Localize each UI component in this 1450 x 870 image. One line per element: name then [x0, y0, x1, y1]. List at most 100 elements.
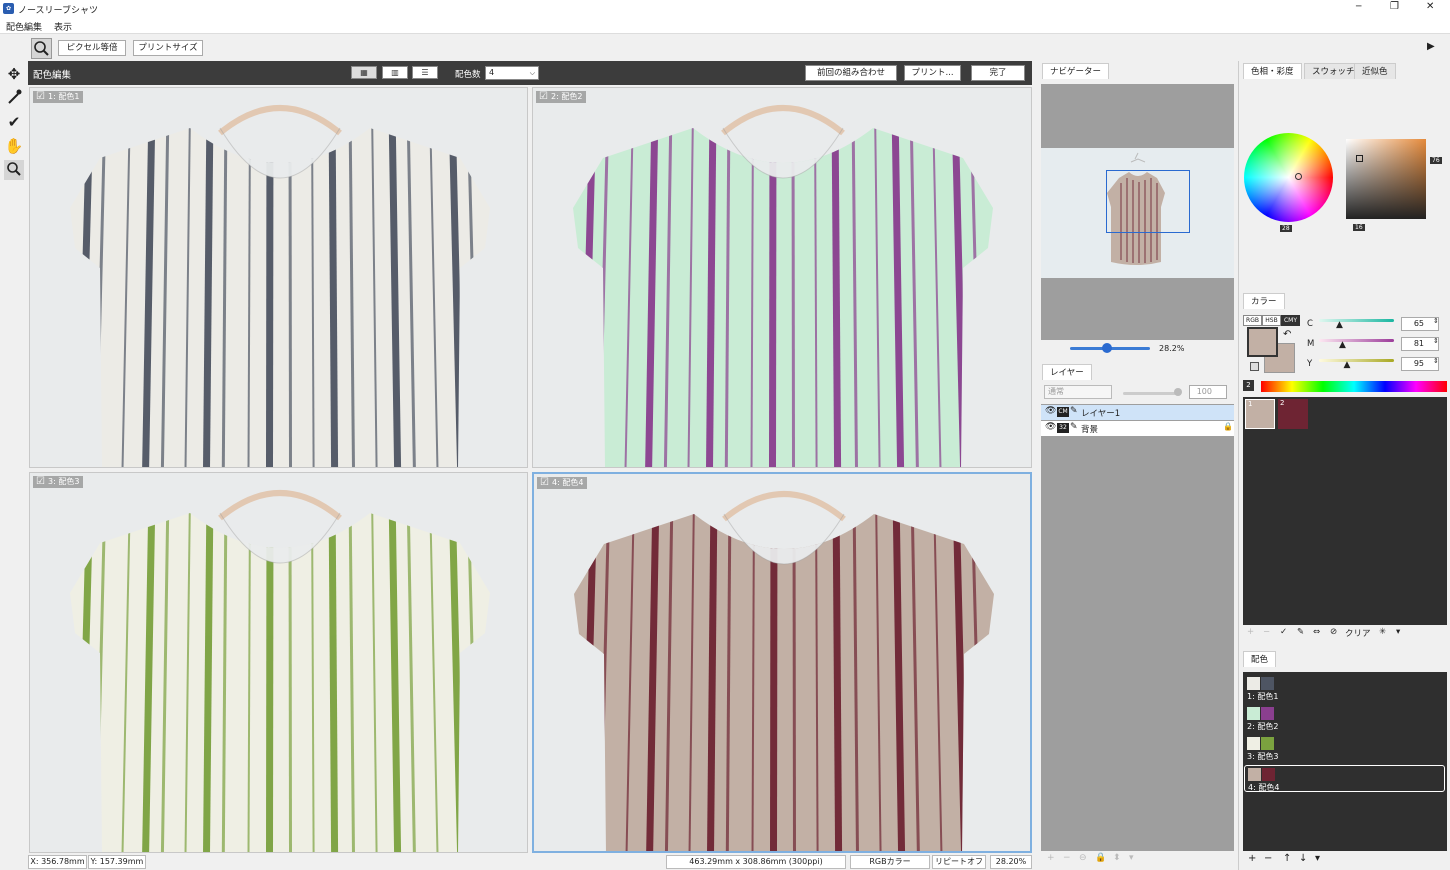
channel-m-thumb[interactable]: ▲ [1339, 340, 1346, 350]
clear-swatches-button[interactable]: クリア [1345, 627, 1371, 639]
lock-layer-icon[interactable]: 🔒 [1095, 853, 1106, 863]
channel-c-thumb[interactable]: ▲ [1336, 320, 1343, 330]
add-layer-icon[interactable]: + [1047, 853, 1055, 863]
variation-panel-2[interactable]: ☑ 2: 配色2 [532, 87, 1032, 468]
spectrum-bar[interactable] [1261, 381, 1447, 392]
swap-swatch-icon[interactable]: ⇔ [1313, 627, 1320, 637]
haishoku-menu-icon[interactable]: ▾ [1315, 853, 1320, 864]
channel-value: 95 [1413, 359, 1424, 368]
eye-icon[interactable]: 👁 [1045, 406, 1056, 416]
stepper-icon[interactable]: ⇕ [1433, 317, 1439, 325]
remove-haishoku-icon[interactable]: − [1264, 853, 1272, 864]
navigator-viewport-rect[interactable] [1106, 170, 1190, 233]
variation-panel-3[interactable]: ☑ 3: 配色3 [29, 472, 528, 853]
panel-label[interactable]: ☑ 2: 配色2 [536, 91, 587, 103]
minimize-button[interactable]: ─ [1356, 2, 1361, 12]
tab-similar-colors[interactable]: 近似色 [1354, 63, 1396, 79]
check-swatch-icon[interactable]: ✓ [1280, 627, 1287, 637]
menu-view[interactable]: 表示 [54, 20, 72, 33]
default-colors-icon[interactable] [1250, 362, 1259, 371]
foreground-color-swatch[interactable] [1247, 327, 1278, 357]
variation-panel-1[interactable]: ☑ 1: 配色1 [29, 87, 528, 468]
saturation-value-square[interactable] [1346, 139, 1426, 219]
panel-expand-arrow[interactable]: ▶ [1427, 41, 1435, 52]
tab-color[interactable]: カラー [1243, 293, 1285, 309]
haishoku-item-3[interactable]: 3: 配色3 [1244, 735, 1445, 762]
tab-layers[interactable]: レイヤー [1042, 364, 1092, 380]
move-tool-icon[interactable]: ✥ [4, 64, 24, 84]
view-columns-button[interactable]: ▥ [382, 66, 408, 79]
zoom-tool-icon[interactable] [4, 160, 24, 180]
layer-opacity-input[interactable]: 100 [1189, 385, 1227, 399]
move-down-icon[interactable]: ↓ [1299, 853, 1307, 864]
channel-y-track[interactable] [1319, 359, 1394, 362]
move-up-icon[interactable]: ↑ [1283, 853, 1291, 864]
checkbox-icon[interactable]: ☑ [36, 91, 45, 103]
merge-layer-icon[interactable]: ⊖ [1079, 853, 1087, 863]
channel-y-thumb[interactable]: ▲ [1344, 360, 1351, 370]
view-grid-button[interactable]: ▦ [351, 66, 377, 79]
sv-marker[interactable] [1356, 155, 1363, 162]
mode-hsb[interactable]: HSB [1262, 315, 1281, 326]
print-button[interactable]: プリント... [904, 65, 961, 81]
pixel-actual-size-button[interactable]: ピクセル等倍 [58, 40, 126, 56]
ban-swatch-icon[interactable]: ⊘ [1330, 627, 1337, 637]
panel-label[interactable]: ☑ 4: 配色4 [537, 477, 588, 489]
blend-mode-select[interactable]: 通常 [1044, 385, 1112, 399]
panel-label[interactable]: ☑ 3: 配色3 [33, 476, 84, 488]
add-swatch-icon[interactable]: + [1247, 627, 1254, 637]
zoom-tool-button[interactable] [31, 38, 52, 59]
print-size-button[interactable]: プリントサイズ [133, 40, 203, 56]
layer-opacity-thumb[interactable] [1174, 388, 1182, 396]
mode-rgb[interactable]: RGB [1243, 315, 1262, 326]
menu-haishoku-edit[interactable]: 配色編集 [6, 20, 42, 33]
channel-c-track[interactable] [1319, 319, 1394, 322]
color-mode[interactable]: RGBカラー [850, 855, 930, 869]
mode-cmy[interactable]: CMY [1281, 315, 1300, 326]
done-button[interactable]: 完了 [971, 65, 1025, 81]
restore-button[interactable]: ❐ [1390, 1, 1399, 12]
view-rows-button[interactable]: ☰ [412, 66, 438, 79]
haishoku-item-4[interactable]: 4: 配色4 [1244, 765, 1445, 792]
channel-label-y: Y [1307, 359, 1313, 369]
stepper-icon[interactable]: ⇕ [1433, 337, 1439, 345]
color-count-select[interactable]: 4 ⌵ [485, 66, 539, 80]
previous-combination-button[interactable]: 前回の組み合わせ [805, 65, 897, 81]
edit-swatch-icon[interactable]: ✎ [1297, 627, 1304, 637]
remove-swatch-icon[interactable]: − [1263, 627, 1270, 637]
repeat-mode[interactable]: リピートオフ [932, 855, 986, 869]
swatch-menu-icon[interactable]: ▾ [1396, 627, 1400, 637]
add-haishoku-icon[interactable]: + [1248, 853, 1256, 864]
close-button[interactable]: ✕ [1426, 1, 1434, 12]
hue-wheel-marker[interactable] [1295, 173, 1302, 180]
haishoku-item-1[interactable]: 1: 配色1 [1244, 675, 1445, 702]
checkbox-icon[interactable]: ☑ [539, 91, 548, 103]
star-swatch-icon[interactable]: ✳ [1379, 627, 1386, 637]
tab-navigator[interactable]: ナビゲーター [1042, 63, 1110, 79]
layer-menu-icon[interactable]: ▾ [1129, 853, 1134, 863]
hue-wheel[interactable] [1244, 133, 1333, 222]
layer-row-2[interactable]: 👁 32 ✎ 背景 🔒 [1041, 421, 1234, 436]
eye-icon[interactable]: 👁 [1045, 422, 1056, 432]
swatch-1[interactable]: 1 [1245, 399, 1275, 429]
haishoku-item-2[interactable]: 2: 配色2 [1244, 705, 1445, 732]
swap-colors-icon[interactable]: ↶ [1283, 329, 1291, 340]
channel-m-track[interactable] [1319, 339, 1394, 342]
layer-opacity-track[interactable] [1123, 392, 1178, 395]
eyedropper-tool-icon[interactable] [4, 88, 24, 108]
tab-hue-saturation[interactable]: 色相・彩度 [1243, 63, 1302, 79]
variation-panel-4[interactable]: ☑ 4: 配色4 [532, 472, 1032, 853]
checkbox-icon[interactable]: ☑ [36, 476, 45, 488]
hand-tool-icon[interactable]: ✋ [4, 136, 24, 156]
panel-label[interactable]: ☑ 1: 配色1 [33, 91, 84, 103]
tab-haishoku[interactable]: 配色 [1243, 651, 1277, 667]
navigator-zoom-thumb[interactable] [1102, 343, 1112, 353]
swatch-2[interactable]: 2 [1278, 399, 1308, 429]
layer-row-1[interactable]: 👁 CM ✎ レイヤー1 [1041, 405, 1234, 420]
stepper-icon[interactable]: ⇕ [1433, 357, 1439, 365]
check-tool-icon[interactable]: ✔ [4, 112, 24, 132]
remove-layer-icon[interactable]: − [1063, 853, 1071, 863]
checkbox-icon[interactable]: ☑ [540, 477, 549, 489]
haishoku-list: 1: 配色1 2: 配色2 3: 配色3 4: 配色4 [1243, 672, 1447, 851]
order-layer-icon[interactable]: ⬍ [1113, 853, 1121, 863]
